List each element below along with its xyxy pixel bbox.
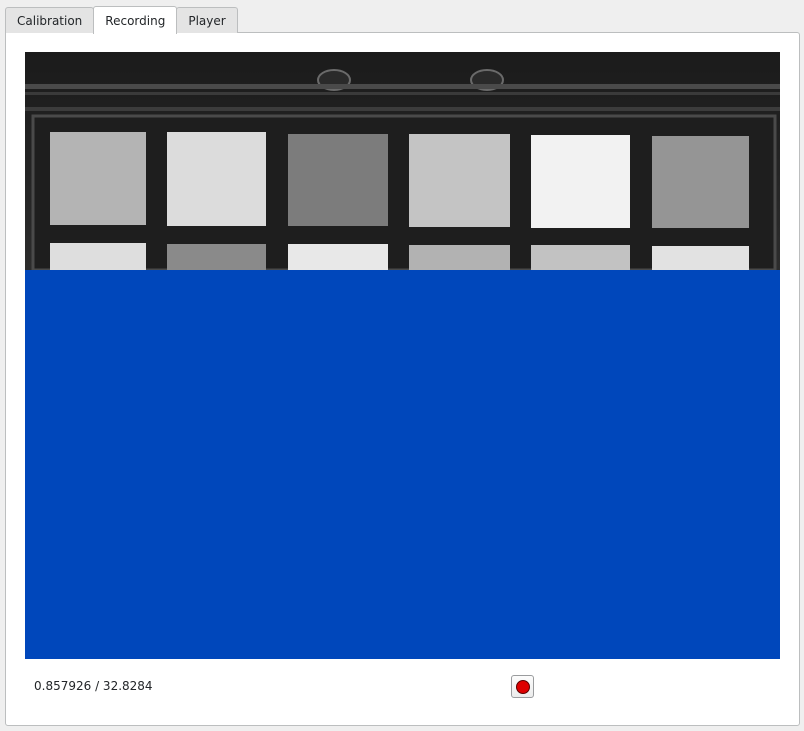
video-preview <box>25 52 780 659</box>
tab-player[interactable]: Player <box>176 7 238 33</box>
tab-bar: Calibration Recording Player <box>5 6 238 34</box>
recording-panel: 0.857926 / 32.8284 <box>5 32 800 726</box>
tab-label: Recording <box>105 13 166 28</box>
tab-recording[interactable]: Recording <box>93 6 178 34</box>
camera-frame-image <box>25 52 780 270</box>
tab-label: Player <box>188 13 226 28</box>
tab-calibration[interactable]: Calibration <box>5 7 95 33</box>
app-window: Calibration Recording Player 0.857926 / … <box>0 0 804 731</box>
frame-time-readout: 0.857926 / 32.8284 <box>34 679 153 693</box>
record-button[interactable] <box>511 675 534 698</box>
tab-label: Calibration <box>17 13 83 28</box>
record-icon <box>515 679 530 694</box>
